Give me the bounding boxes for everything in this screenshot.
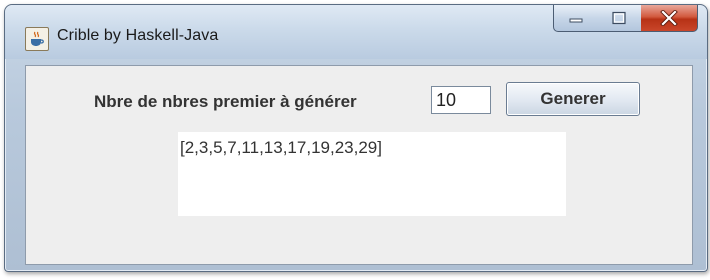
minimize-icon (569, 18, 583, 23)
generate-button[interactable]: Generer (506, 82, 640, 116)
maximize-button[interactable] (597, 5, 642, 32)
count-input[interactable] (431, 86, 491, 114)
result-text: [2,3,5,7,11,13,17,19,23,29] (180, 138, 382, 157)
result-area[interactable]: [2,3,5,7,11,13,17,19,23,29] (178, 132, 566, 216)
app-window: Crible by Haskell-Java Nbre de nbres pre… (4, 4, 708, 272)
maximize-icon (612, 11, 626, 25)
window-title: Crible by Haskell-Java (57, 27, 219, 44)
close-button[interactable] (641, 5, 698, 32)
client-area: Nbre de nbres premier à générer Generer … (25, 65, 693, 265)
minimize-button[interactable] (553, 5, 599, 32)
count-label: Nbre de nbres premier à générer (94, 92, 357, 111)
title-bar[interactable]: Crible by Haskell-Java (5, 5, 707, 59)
close-icon (660, 10, 678, 26)
java-cup-icon[interactable] (25, 27, 49, 51)
